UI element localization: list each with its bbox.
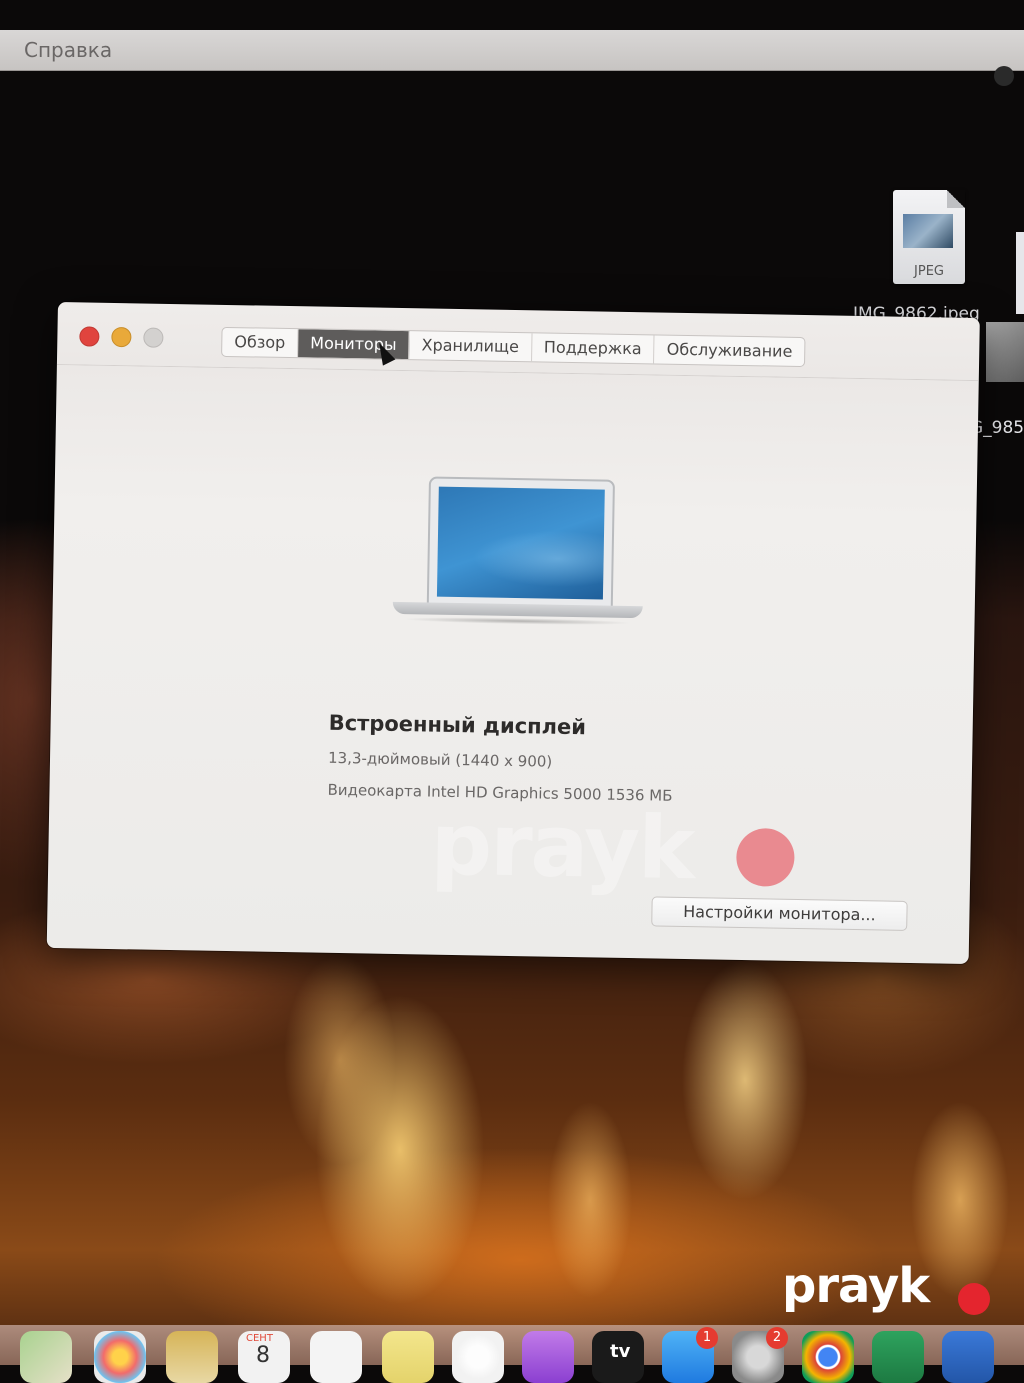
word-icon[interactable] (942, 1331, 994, 1383)
minimize-button[interactable] (111, 326, 132, 348)
chrome-icon[interactable] (802, 1331, 854, 1383)
logo-dot (958, 1283, 990, 1315)
tab-storage[interactable]: Хранилище (409, 331, 533, 362)
close-button[interactable] (79, 326, 100, 347)
stickies-icon[interactable] (382, 1331, 434, 1383)
app-store-badge: 1 (696, 1327, 718, 1349)
jpeg-file-icon[interactable]: JPEG (893, 190, 965, 284)
tab-support[interactable]: Поддержка (531, 333, 655, 364)
watermark-dot (735, 827, 795, 887)
image-thumbnail (903, 214, 953, 248)
file-icon-partial[interactable] (1016, 232, 1024, 314)
zoom-button[interactable] (143, 327, 164, 348)
maps-icon[interactable] (20, 1331, 72, 1383)
file-type-label: JPEG (914, 264, 944, 279)
tab-service[interactable]: Обслуживание (654, 335, 804, 366)
display-preferences-button[interactable]: Настройки монитора... (651, 896, 908, 931)
watermark-text: prayk (429, 794, 695, 900)
apple-icon[interactable] (994, 66, 1014, 86)
prayk-logo: prayk (782, 1258, 930, 1314)
laptop-screen (436, 486, 605, 600)
laptop-illustration (392, 476, 645, 630)
app-store-icon[interactable]: 1 (662, 1327, 718, 1383)
calendar-icon[interactable]: СЕНТ 8 (238, 1331, 290, 1383)
page-fold-icon (947, 190, 965, 208)
display-size: 13,3-дюймовый (1440 x 900) (327, 748, 553, 771)
about-this-mac-window: Обзор Мониторы Хранилище Поддержка Обслу… (46, 302, 980, 964)
system-preferences-icon[interactable]: 2 (732, 1327, 788, 1383)
menu-help[interactable]: Справка (24, 38, 112, 62)
desktop-file-name-partial[interactable]: G_985 (970, 418, 1024, 438)
menu-bar: Справка (0, 30, 1024, 71)
apple-tv-icon[interactable]: tv (592, 1331, 644, 1383)
display-title: Встроенный дисплей (328, 710, 587, 740)
photos-icon[interactable] (94, 1331, 146, 1383)
tab-bar: Обзор Мониторы Хранилище Поддержка Обслу… (221, 326, 806, 368)
calendar-day: 8 (256, 1343, 270, 1368)
excel-icon[interactable] (872, 1331, 924, 1383)
notes-icon[interactable] (166, 1331, 218, 1383)
tv-label: tv (610, 1341, 631, 1362)
dock: СЕНТ 8 tv 1 2 (0, 1325, 1024, 1383)
image-file-icon[interactable] (986, 322, 1024, 382)
system-preferences-badge: 2 (766, 1327, 788, 1349)
podcasts-icon[interactable] (522, 1331, 574, 1383)
laptop-lid (426, 476, 615, 610)
laptop-shadow (402, 616, 633, 627)
tab-overview[interactable]: Обзор (222, 327, 299, 358)
itunes-icon[interactable] (452, 1331, 504, 1383)
reminders-icon[interactable] (310, 1331, 362, 1383)
